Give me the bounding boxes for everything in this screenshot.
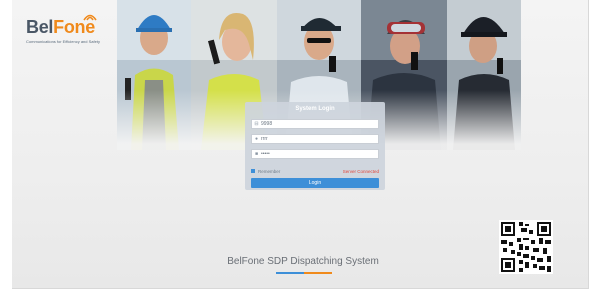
remember-label: Remember [258,168,281,174]
username-input[interactable] [261,136,371,142]
login-panel: System Login ⊟ ● ■ Remember Server Conne… [245,102,385,190]
server-icon: ⊟ [254,121,259,127]
server-status-text: Server Connected [342,168,379,174]
user-icon: ● [254,136,259,142]
login-page: BelFone Communications for Efficiency an… [12,0,589,289]
server-field[interactable]: ⊟ [251,119,379,129]
password-field[interactable]: ■ [251,149,379,159]
brand-logo: BelFone Communications for Efficiency an… [26,14,106,49]
password-input[interactable] [261,151,371,157]
login-title: System Login [295,106,335,112]
remember-checkbox[interactable]: Remember [251,169,280,174]
title-underline [276,272,332,274]
brand-name: BelFone [26,17,95,37]
login-options-row: Remember Server Connected [251,167,379,175]
lock-icon: ■ [254,151,259,157]
username-field[interactable]: ● [251,134,379,144]
login-button[interactable]: Login [251,178,379,188]
checkbox-checked-icon[interactable] [251,169,255,173]
system-title: BelFone SDP Dispatching System [227,256,379,267]
server-input[interactable] [261,121,371,127]
brand-tagline: Communications for Efficiency and Safety [26,39,100,44]
